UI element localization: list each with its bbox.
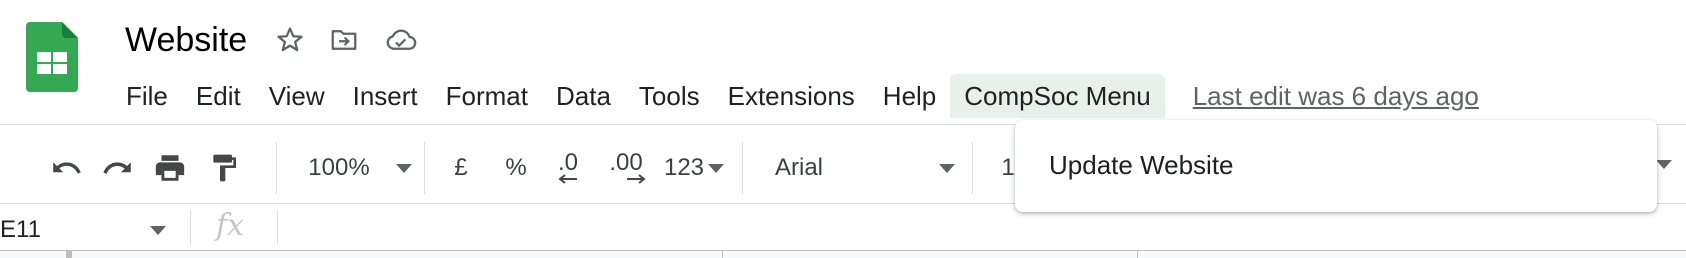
menu-file[interactable]: File [112,74,182,118]
menu-item-update-website[interactable]: Update Website [1015,132,1657,198]
chevron-down-icon [395,163,412,173]
menu-tools[interactable]: Tools [625,74,714,118]
fx-icon: fx [216,208,245,243]
zoom-value: 100% [308,154,370,181]
column-separator[interactable] [722,251,723,258]
compsoc-dropdown-menu: Update Website [1015,120,1657,212]
paint-format-icon[interactable] [204,148,244,188]
percent-format-button[interactable]: % [501,148,531,188]
currency-format-button[interactable]: £ [446,148,476,188]
menu-bar: File Edit View Insert Format Data Tools … [112,72,1479,120]
menu-format[interactable]: Format [432,74,542,118]
column-separator[interactable] [1137,251,1138,258]
zoom-select[interactable]: 100% [300,148,420,188]
cell-reference: E11 [0,216,41,243]
menu-extensions[interactable]: Extensions [714,74,869,118]
formula-separator [277,210,278,244]
toolbar-separator [742,142,743,194]
font-value: Arial [775,154,824,181]
decrease-decimal-button[interactable]: .0 [548,148,588,188]
arrow-left-icon [558,174,577,184]
move-to-folder-icon[interactable] [326,22,362,58]
last-edit-link[interactable]: Last edit was 6 days ago [1165,74,1479,118]
undo-icon[interactable] [46,148,86,188]
menu-data[interactable]: Data [542,74,625,118]
redo-icon[interactable] [98,148,138,188]
column-header-row [0,251,1686,258]
document-title[interactable]: Website [125,18,247,62]
number-format-select[interactable]: 123 [662,148,726,188]
increase-decimal-button[interactable]: .00 [602,148,650,188]
toolbar-separator [276,142,277,194]
menu-compsoc[interactable]: CompSoc Menu [950,74,1165,118]
arrow-right-icon [627,174,646,184]
chevron-down-icon [939,163,955,173]
formula-separator [190,210,191,244]
font-select[interactable]: Arial [775,148,955,188]
star-icon[interactable] [272,22,308,58]
toolbar-separator [972,142,973,194]
chevron-down-icon [150,225,166,235]
chevron-down-icon [708,163,725,173]
toolbar-separator [424,142,425,194]
formula-input[interactable] [290,210,1670,246]
menu-view[interactable]: View [255,74,339,118]
menu-help[interactable]: Help [869,74,950,118]
cloud-saved-icon[interactable] [383,22,419,58]
row-header-handle[interactable] [66,251,72,258]
chevron-down-icon[interactable] [1656,160,1672,169]
name-box[interactable]: E11 [0,210,180,250]
menu-insert[interactable]: Insert [339,74,432,118]
print-icon[interactable] [150,148,190,188]
sheets-logo-icon[interactable] [26,22,78,92]
menu-edit[interactable]: Edit [182,74,255,118]
